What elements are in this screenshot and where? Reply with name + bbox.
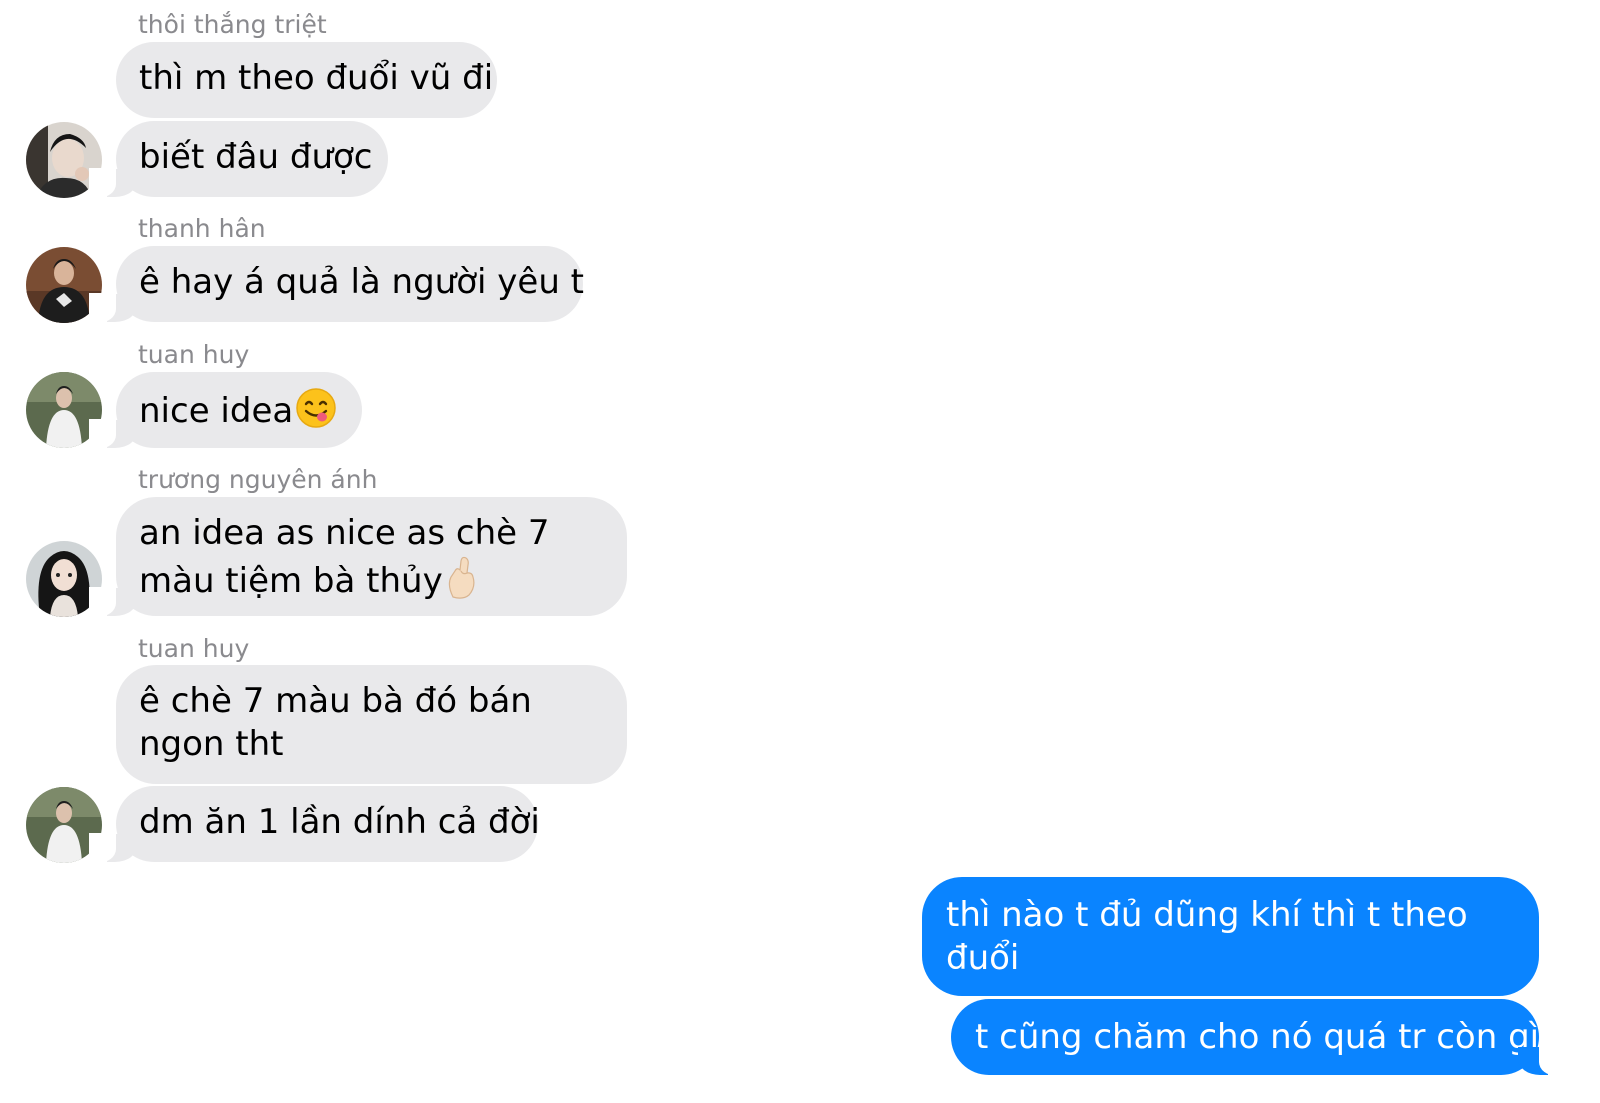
message-text-line: an idea as nice as chè 7	[139, 513, 550, 553]
message-text: biết đâu được	[139, 137, 373, 177]
message-text: thì m theo đuổi vũ đi	[139, 58, 494, 98]
outgoing-message-bubble[interactable]: t cũng chăm cho nó quá tr còn gì	[951, 999, 1566, 1076]
message-text: t cũng chăm cho nó quá tr còn gì	[975, 1017, 1540, 1057]
message-text-line: ê chè 7 màu bà đó bán	[139, 681, 532, 721]
message-text: ê hay á quả là người yêu t	[139, 262, 585, 302]
message-text-line: màu tiệm bà thủy	[139, 561, 443, 601]
message-bubble[interactable]: nice idea	[89, 372, 362, 449]
message-text-line: đuổi	[946, 938, 1020, 978]
message-text: dm ăn 1 lần dính cả đời	[139, 802, 540, 842]
sender-name: thanh hân	[138, 214, 266, 243]
sender-name: tuan huy	[138, 634, 250, 663]
sender-name: tuan huy	[138, 340, 250, 369]
message-bubble[interactable]: ê hay á quả là người yêu t	[89, 246, 585, 323]
message-text: nice idea	[139, 391, 294, 431]
message-text-line: ngon tht	[139, 724, 284, 764]
message-bubble[interactable]: an idea as nice as chè 7 màu tiệm bà thủ…	[89, 497, 627, 617]
message-bubble[interactable]: ê chè 7 màu bà đó bán ngon tht	[116, 665, 627, 784]
hand-heart-fingers-emoji	[445, 555, 479, 610]
sender-name: thôi thắng triệt	[138, 10, 327, 39]
message-text-line: thì nào t đủ dũng khí thì t theo	[946, 895, 1468, 935]
message-bubble[interactable]: thì m theo đuổi vũ đi	[116, 42, 497, 118]
message-bubble[interactable]: dm ăn 1 lần dính cả đời	[89, 786, 540, 863]
sender-name: trương nguyên ánh	[138, 465, 378, 494]
outgoing-message-bubble[interactable]: thì nào t đủ dũng khí thì t theo đuổi	[922, 877, 1539, 996]
savoring-food-face-emoji	[295, 387, 337, 440]
message-bubble[interactable]: biết đâu được	[89, 121, 388, 198]
